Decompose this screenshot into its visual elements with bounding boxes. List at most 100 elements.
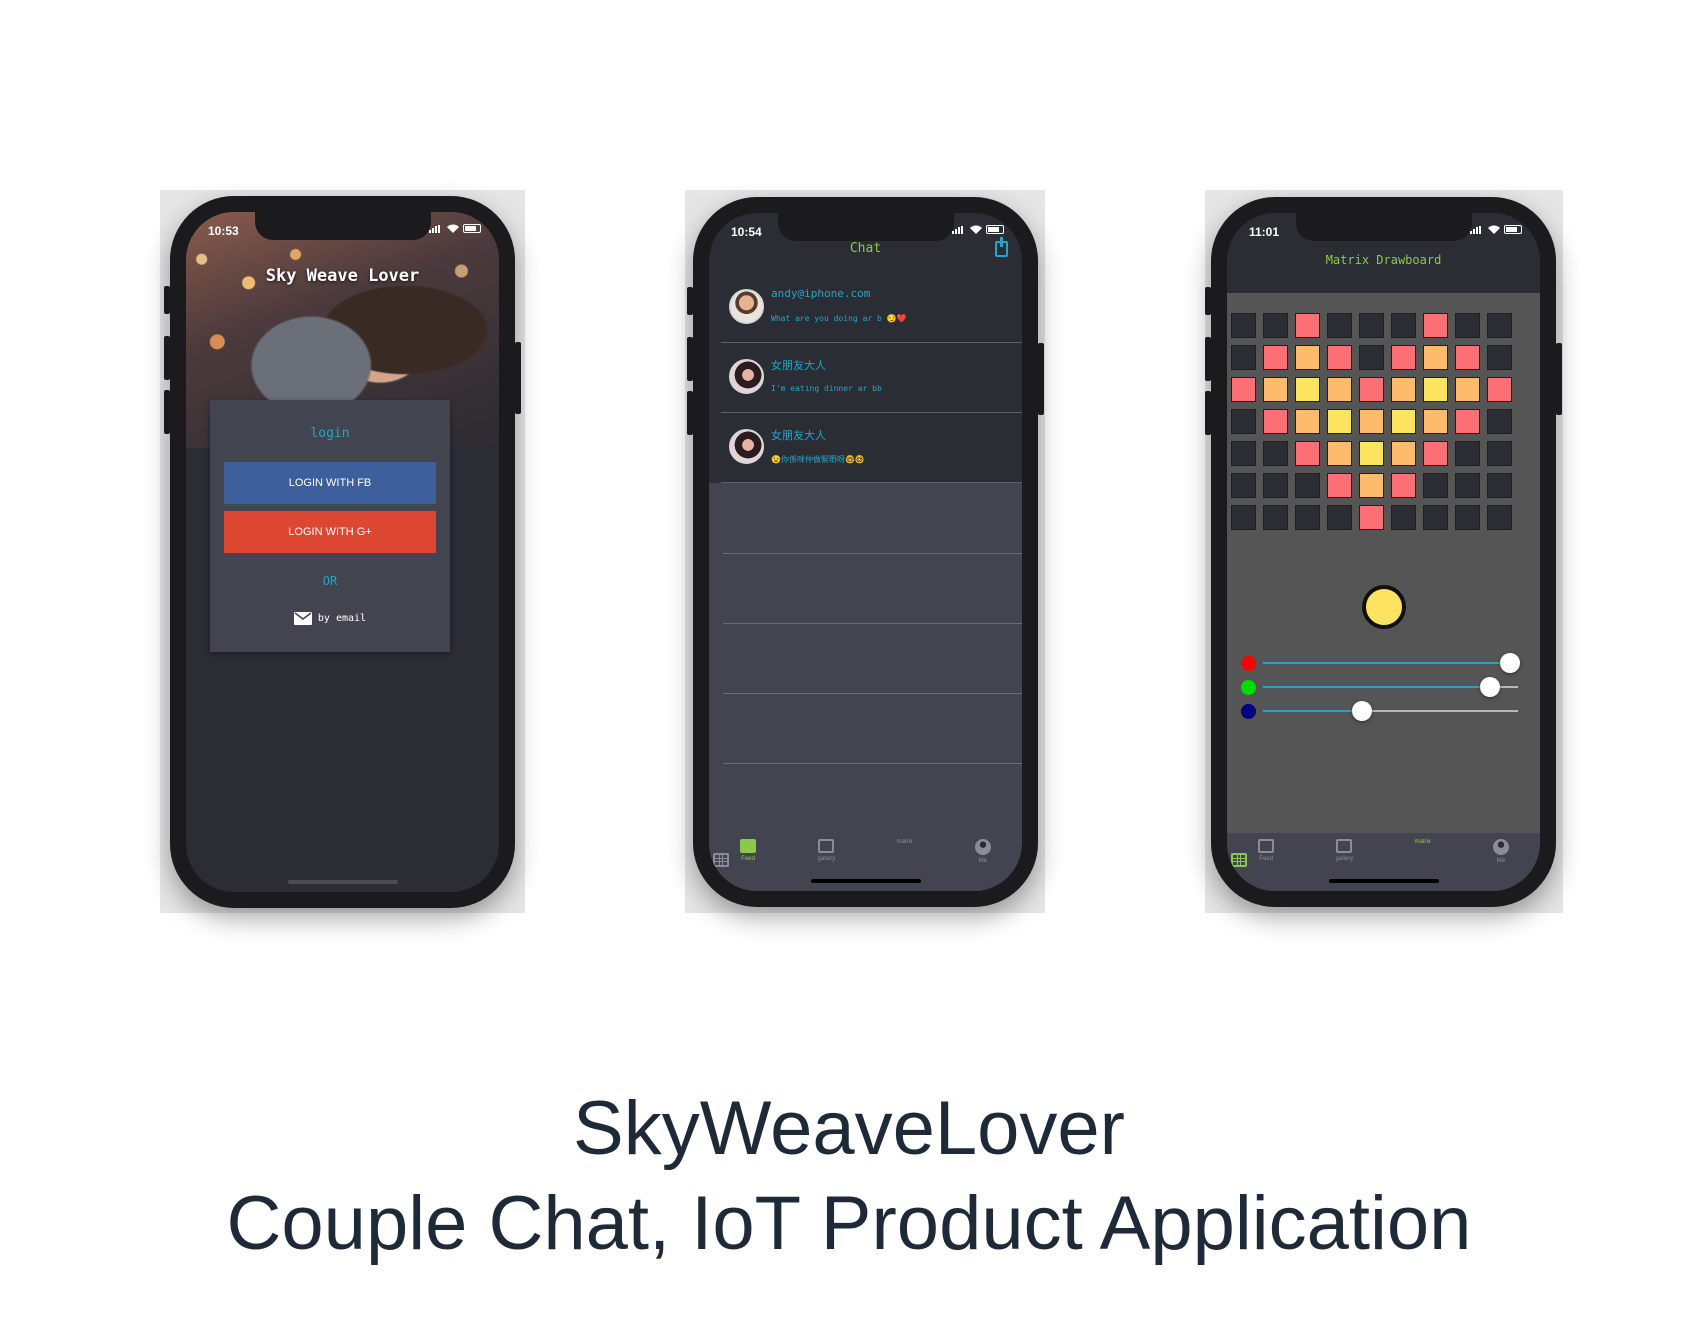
led-cell[interactable]: [1391, 473, 1416, 498]
led-cell[interactable]: [1263, 313, 1288, 338]
led-cell[interactable]: [1423, 441, 1448, 466]
led-cell[interactable]: [1455, 473, 1480, 498]
blue-slider[interactable]: [1241, 701, 1518, 721]
led-cell[interactable]: [1455, 441, 1480, 466]
led-cell[interactable]: [1327, 377, 1352, 402]
led-cell[interactable]: [1359, 377, 1384, 402]
slider-fill: [1263, 710, 1363, 712]
slider-knob[interactable]: [1352, 701, 1373, 721]
slider-track[interactable]: [1263, 701, 1518, 721]
led-cell[interactable]: [1423, 505, 1448, 530]
led-cell[interactable]: [1487, 473, 1512, 498]
led-cell[interactable]: [1359, 473, 1384, 498]
led-cell[interactable]: [1455, 377, 1480, 402]
tab-matrix[interactable]: matrix: [1231, 839, 1462, 891]
led-cell[interactable]: [1455, 313, 1480, 338]
led-cell[interactable]: [1455, 409, 1480, 434]
led-cell[interactable]: [1391, 441, 1416, 466]
led-cell[interactable]: [1391, 505, 1416, 530]
led-cell[interactable]: [1487, 505, 1512, 530]
led-cell[interactable]: [1487, 441, 1512, 466]
led-cell[interactable]: [1487, 377, 1512, 402]
led-cell[interactable]: [1359, 313, 1384, 338]
slider-track[interactable]: [1263, 677, 1518, 697]
led-cell[interactable]: [1295, 441, 1320, 466]
tab-me[interactable]: Me: [1462, 839, 1540, 891]
slider-knob[interactable]: [1500, 653, 1521, 673]
led-cell[interactable]: [1327, 313, 1352, 338]
slider-track[interactable]: [1263, 653, 1521, 673]
led-cell[interactable]: [1263, 345, 1288, 370]
led-cell[interactable]: [1295, 345, 1320, 370]
gallery-icon: [1336, 839, 1353, 853]
tab-gallery[interactable]: gallery: [1305, 839, 1383, 891]
led-cell[interactable]: [1327, 505, 1352, 530]
led-cell[interactable]: [1295, 473, 1320, 498]
matrix-icon: [1231, 853, 1247, 867]
led-cell[interactable]: [1423, 377, 1448, 402]
share-icon[interactable]: [995, 237, 1008, 257]
led-cell[interactable]: [1263, 473, 1288, 498]
led-cell[interactable]: [1391, 313, 1416, 338]
chat-list-item[interactable]: andy@iphone.com What are you doing ar b …: [721, 273, 1022, 343]
matrix-body: [1227, 293, 1540, 833]
led-cell[interactable]: [1327, 345, 1352, 370]
led-cell[interactable]: [1231, 345, 1256, 370]
led-cell[interactable]: [1295, 505, 1320, 530]
led-cell[interactable]: [1231, 377, 1256, 402]
led-cell[interactable]: [1327, 441, 1352, 466]
led-cell[interactable]: [1263, 409, 1288, 434]
male-avatar: [729, 289, 764, 324]
green-slider[interactable]: [1241, 677, 1518, 697]
led-cell[interactable]: [1295, 377, 1320, 402]
led-cell[interactable]: [1391, 409, 1416, 434]
chat-list-item[interactable]: 女朋友大人 I'm eating dinner ar bb: [721, 343, 1022, 413]
led-cell[interactable]: [1359, 345, 1384, 370]
notch: [254, 212, 431, 240]
led-cell[interactable]: [1359, 441, 1384, 466]
login-fb-button[interactable]: LOGIN WITH FB: [224, 462, 436, 504]
email-label: by email: [317, 613, 367, 624]
led-cell[interactable]: [1455, 505, 1480, 530]
led-cell[interactable]: [1359, 409, 1384, 434]
led-cell[interactable]: [1263, 377, 1288, 402]
led-cell[interactable]: [1423, 313, 1448, 338]
led-cell[interactable]: [1327, 409, 1352, 434]
tab-me[interactable]: Me: [944, 839, 1022, 891]
blue-dot-icon: [1241, 704, 1256, 719]
red-slider[interactable]: [1241, 653, 1521, 673]
led-cell[interactable]: [1455, 345, 1480, 370]
slider-knob[interactable]: [1479, 677, 1500, 697]
led-cell[interactable]: [1423, 409, 1448, 434]
led-cell[interactable]: [1263, 505, 1288, 530]
phone-frame: 10:53 Sky Weave Lover login LOGIN WITH F…: [164, 196, 521, 908]
tab-label: Me: [978, 858, 988, 864]
app-title: Sky Weave Lover: [265, 266, 420, 286]
led-cell[interactable]: [1423, 345, 1448, 370]
led-cell[interactable]: [1295, 409, 1320, 434]
led-cell[interactable]: [1231, 473, 1256, 498]
led-cell[interactable]: [1391, 377, 1416, 402]
led-cell[interactable]: [1263, 441, 1288, 466]
selected-color-swatch[interactable]: [1361, 585, 1406, 629]
led-cell[interactable]: [1359, 505, 1384, 530]
led-cell[interactable]: [1487, 409, 1512, 434]
side-button: [164, 390, 170, 434]
led-cell[interactable]: [1231, 409, 1256, 434]
led-cell[interactable]: [1487, 345, 1512, 370]
login-email-link[interactable]: by email: [210, 612, 450, 625]
tab-matrix[interactable]: matrix: [713, 839, 944, 891]
led-cell[interactable]: [1423, 473, 1448, 498]
led-cell[interactable]: [1295, 313, 1320, 338]
led-cell[interactable]: [1391, 345, 1416, 370]
led-cell[interactable]: [1231, 505, 1256, 530]
led-cell[interactable]: [1231, 441, 1256, 466]
tab-gallery[interactable]: gallery: [787, 839, 865, 891]
led-cell[interactable]: [1231, 313, 1256, 338]
chat-list-item[interactable]: 女朋友大人 😉你係咪仲做緊嘢呀🤓🤓: [721, 413, 1022, 483]
led-cell[interactable]: [1487, 313, 1512, 338]
matrix-icon: [713, 853, 729, 867]
led-cell[interactable]: [1327, 473, 1352, 498]
login-gplus-button[interactable]: LOGIN WITH G+: [224, 511, 436, 553]
side-button: [1205, 287, 1211, 315]
